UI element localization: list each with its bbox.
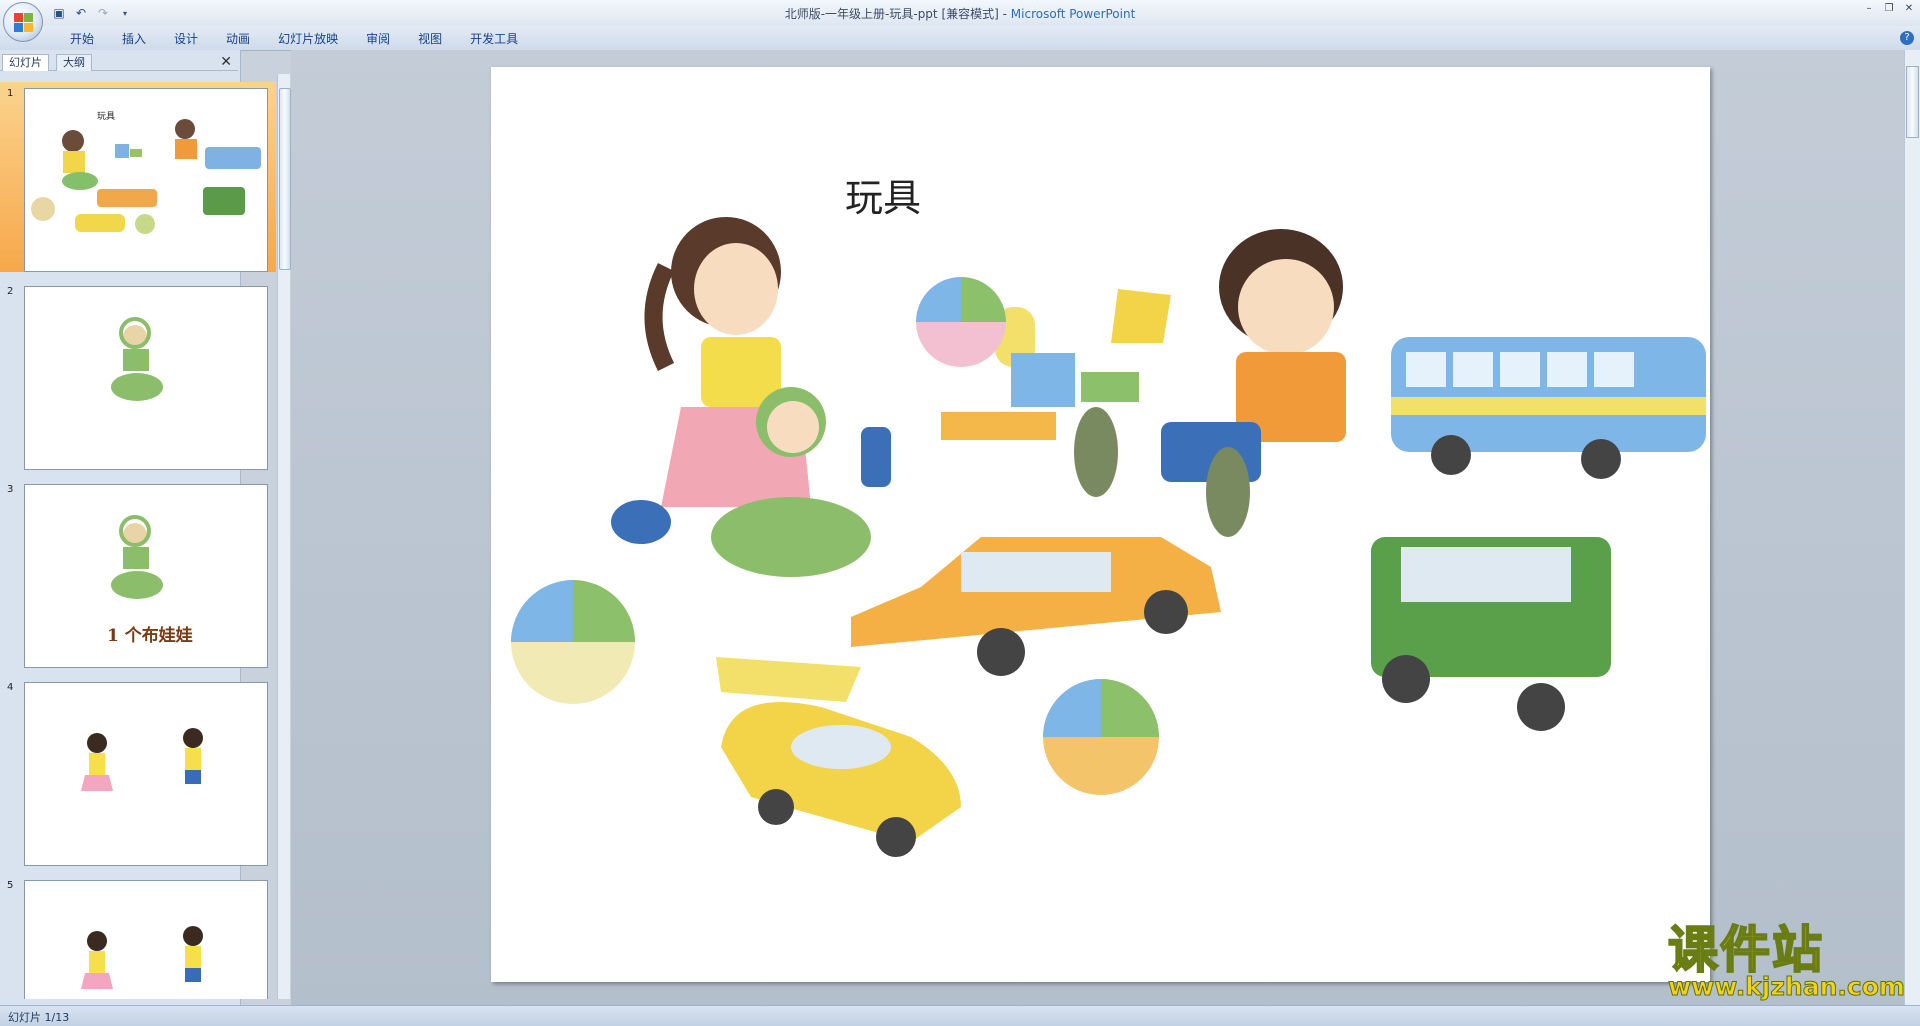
close-icon[interactable]: ✕: [1902, 2, 1916, 16]
slide-thumbnail-2[interactable]: 2: [0, 280, 276, 470]
watermark-url: www.kjzhan.com: [1668, 972, 1906, 1001]
slide-preview: [24, 880, 268, 999]
thumb-caption: 1 个布娃娃: [107, 625, 193, 646]
help-icon[interactable]: ?: [1900, 31, 1914, 45]
watermark-logo: 课件站 www.kjzhan.com: [1667, 921, 1906, 1004]
tab-home[interactable]: 开始: [56, 30, 108, 48]
slide-counter: 幻灯片 1/13: [8, 1011, 70, 1024]
tab-developer[interactable]: 开发工具: [456, 30, 532, 48]
slide-scrollbar[interactable]: [1904, 50, 1920, 1005]
close-pane-icon[interactable]: ✕: [220, 54, 232, 70]
slide-thumbnail-1[interactable]: 1 玩具: [0, 82, 276, 272]
slide-preview: 玩具: [24, 88, 268, 272]
slide-thumbnail-3[interactable]: 3 1 个布娃娃: [0, 478, 276, 668]
restore-icon[interactable]: ❐: [1882, 2, 1896, 16]
green-jeep: [1371, 537, 1611, 731]
title-bar: ▣ ↶ ↷ ▾ 北师版-一年级上册-玩具-ppt [兼容模式] - Micros…: [0, 0, 1920, 42]
thumb-title: 玩具: [97, 111, 115, 122]
tab-design[interactable]: 设计: [160, 30, 212, 48]
ribbon: 开始 插入 设计 动画 幻灯片放映 审阅 视图 开发工具 ?: [0, 26, 1920, 51]
slide-thumbnails: 1 玩具 2 3 1 个布娃娃 4 5: [0, 74, 276, 999]
girl-figure: [611, 217, 891, 544]
slide-number: 5: [7, 880, 14, 891]
slide-number: 4: [7, 682, 14, 693]
slides-pane: 幻灯片 大纲 ✕ 1 玩具 2 3 1 个布娃娃 4 5: [0, 50, 276, 1005]
slide-thumbnail-4[interactable]: 4: [0, 676, 276, 866]
app-name: Microsoft PowerPoint: [1010, 7, 1136, 21]
slide-number: 1: [7, 88, 14, 99]
toys-illustration: [511, 217, 1706, 857]
watermark-brand: 课件站: [1667, 921, 1824, 979]
yellow-race-car: [716, 657, 961, 857]
window-title: 北师版-一年级上册-玩具-ppt [兼容模式] - Microsoft Powe…: [784, 7, 1136, 21]
slide-thumbnail-5[interactable]: 5: [0, 874, 276, 999]
bus: [1391, 337, 1706, 479]
document-title: 北师版-一年级上册-玩具-ppt [兼容模式]: [784, 7, 999, 21]
status-bar: 幻灯片 1/13: [0, 1005, 1920, 1026]
minimize-icon[interactable]: –: [1862, 2, 1876, 16]
thumbnails-scrollbar[interactable]: [277, 74, 291, 999]
pane-tabs: 幻灯片 大纲 ✕: [0, 52, 238, 71]
tab-insert[interactable]: 插入: [108, 30, 160, 48]
tab-slideshow[interactable]: 幻灯片放映: [264, 30, 352, 48]
scrollbar-thumb[interactable]: [279, 88, 291, 270]
slide-scrollbar-thumb[interactable]: [1906, 66, 1919, 138]
tab-animations[interactable]: 动画: [212, 30, 264, 48]
tab-outline[interactable]: 大纲: [56, 54, 92, 71]
slide-preview: [24, 682, 268, 866]
office-logo-icon: [13, 12, 33, 32]
slide-number: 3: [7, 484, 14, 495]
office-button[interactable]: [3, 2, 43, 42]
tab-review[interactable]: 审阅: [352, 30, 404, 48]
ribbon-tabs: 开始 插入 设计 动画 幻灯片放映 审阅 视图 开发工具: [56, 30, 532, 48]
slide-preview: 1 个布娃娃: [24, 484, 268, 668]
slide-number: 2: [7, 286, 14, 297]
current-slide[interactable]: 玩具: [491, 67, 1710, 982]
window-controls: – ❐ ✕: [1862, 2, 1916, 16]
tab-view[interactable]: 视图: [404, 30, 456, 48]
slide-preview: [24, 286, 268, 470]
tab-slides[interactable]: 幻灯片: [2, 54, 49, 71]
orange-car: [851, 537, 1221, 676]
